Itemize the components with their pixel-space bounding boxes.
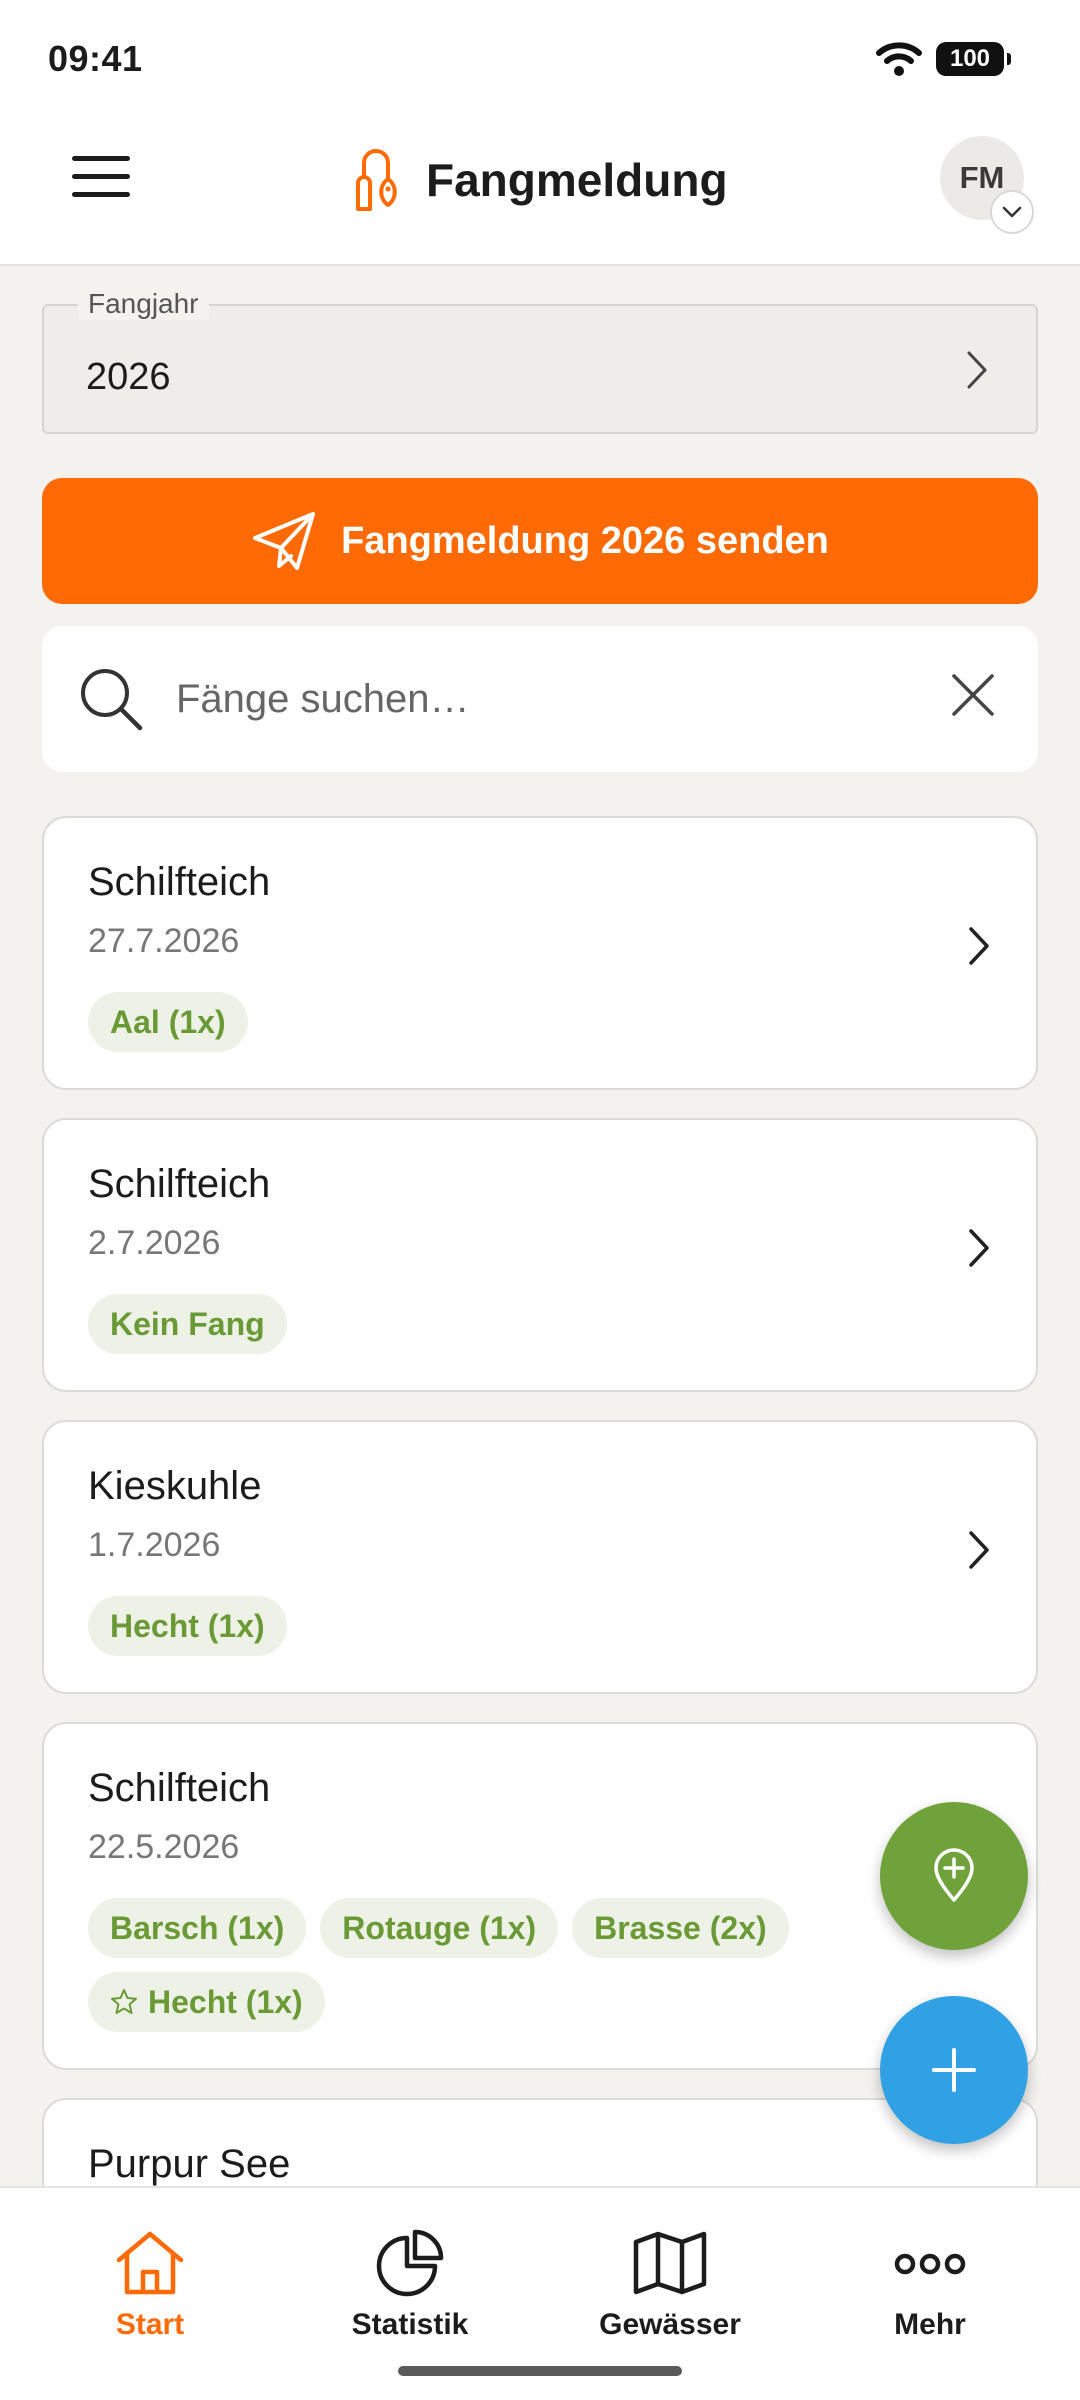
catch-water: Schilfteich: [88, 1766, 271, 1810]
fish-tag: Hecht (1x): [88, 1596, 287, 1656]
pie-chart-icon: [376, 2229, 444, 2297]
star-icon: [111, 1989, 137, 2014]
catch-tags: Aal (1x): [88, 992, 848, 1052]
fish-tag: Barsch (1x): [88, 1898, 307, 1958]
hamburger-icon: [72, 156, 130, 197]
catch-card[interactable]: Schilfteich 2.7.2026 Kein Fang: [42, 1118, 1038, 1392]
nav-item-mehr[interactable]: Mehr: [815, 2188, 1045, 2400]
catch-card[interactable]: Schilfteich 27.7.2026 Aal (1x): [42, 816, 1038, 1090]
catch-date: 22.5.2026: [88, 1828, 240, 1866]
chevron-right-icon: [969, 1531, 989, 1569]
chevron-right-icon: [969, 927, 989, 965]
catch-date: 2.7.2026: [88, 1224, 221, 1262]
fish-tag-label: Hecht (1x): [148, 1983, 303, 2020]
fishing-hook-icon: [356, 149, 397, 211]
avatar-initials: FM: [959, 160, 1005, 195]
menu-button[interactable]: [66, 142, 136, 212]
close-icon[interactable]: [950, 672, 996, 718]
paper-plane-icon: [253, 512, 316, 570]
battery-icon: 100: [936, 42, 1011, 76]
app-title-group: Fangmeldung: [350, 140, 728, 220]
fish-tag: Aal (1x): [88, 992, 248, 1052]
fish-tag: Brasse (2x): [572, 1898, 789, 1958]
send-report-button[interactable]: Fangmeldung 2026 senden: [42, 478, 1038, 604]
catch-tags: Hecht (1x): [88, 1596, 848, 1656]
map-pin-add-icon: [934, 1848, 974, 1902]
catch-water: Kieskuhle: [88, 1464, 262, 1508]
fish-tag-starred: Hecht (1x): [88, 1972, 325, 2032]
add-catch-button[interactable]: [880, 1996, 1028, 2144]
catch-tags: Barsch (1x) Rotauge (1x) Brasse (2x) Hec…: [88, 1898, 848, 2032]
fish-tag: Kein Fang: [88, 1294, 287, 1354]
nav-item-start[interactable]: Start: [35, 2188, 265, 2400]
chevron-right-icon: [969, 1229, 989, 1267]
search-input[interactable]: [176, 664, 876, 734]
search-icon: [81, 669, 143, 731]
status-time: 09:41: [48, 38, 143, 79]
page-title: Fangmeldung: [426, 154, 728, 206]
nav-label-gewaesser: Gewässer: [599, 2308, 741, 2341]
year-select-value: 2026: [86, 356, 171, 398]
map-icon: [633, 2231, 707, 2295]
catch-date: 1.7.2026: [88, 1526, 221, 1564]
catch-water: Schilfteich: [88, 860, 271, 904]
catch-card[interactable]: Kieskuhle 1.7.2026 Hecht (1x): [42, 1420, 1038, 1694]
nav-label-mehr: Mehr: [894, 2308, 966, 2341]
more-icon: [894, 2253, 966, 2275]
year-select-label: Fangjahr: [78, 288, 209, 320]
battery-level: 100: [949, 45, 991, 72]
plus-icon: [932, 2048, 976, 2092]
catch-water: Schilfteich: [88, 1162, 271, 1206]
nav-label-start: Start: [115, 2308, 185, 2341]
nav-label-statistik: Statistik: [351, 2308, 469, 2341]
chevron-right-icon: [967, 351, 987, 389]
home-indicator[interactable]: [398, 2366, 682, 2376]
catch-water: Purpur See: [88, 2142, 291, 2186]
home-icon: [116, 2231, 184, 2295]
fish-tag: Rotauge (1x): [320, 1898, 559, 1958]
chevron-down-icon: [1002, 206, 1022, 218]
year-select[interactable]: Fangjahr 2026: [42, 288, 1038, 434]
wifi-icon: [876, 42, 922, 76]
add-location-button[interactable]: [880, 1802, 1028, 1950]
search-bar: [42, 626, 1038, 772]
catch-tags: Kein Fang: [88, 1294, 848, 1354]
send-report-label: Fangmeldung 2026 senden: [341, 519, 829, 562]
catch-date: 27.7.2026: [88, 922, 240, 960]
app-bar: Fangmeldung FM: [0, 118, 1080, 266]
account-dropdown-button[interactable]: [990, 190, 1034, 234]
status-bar: 09:41 100: [0, 0, 1080, 118]
